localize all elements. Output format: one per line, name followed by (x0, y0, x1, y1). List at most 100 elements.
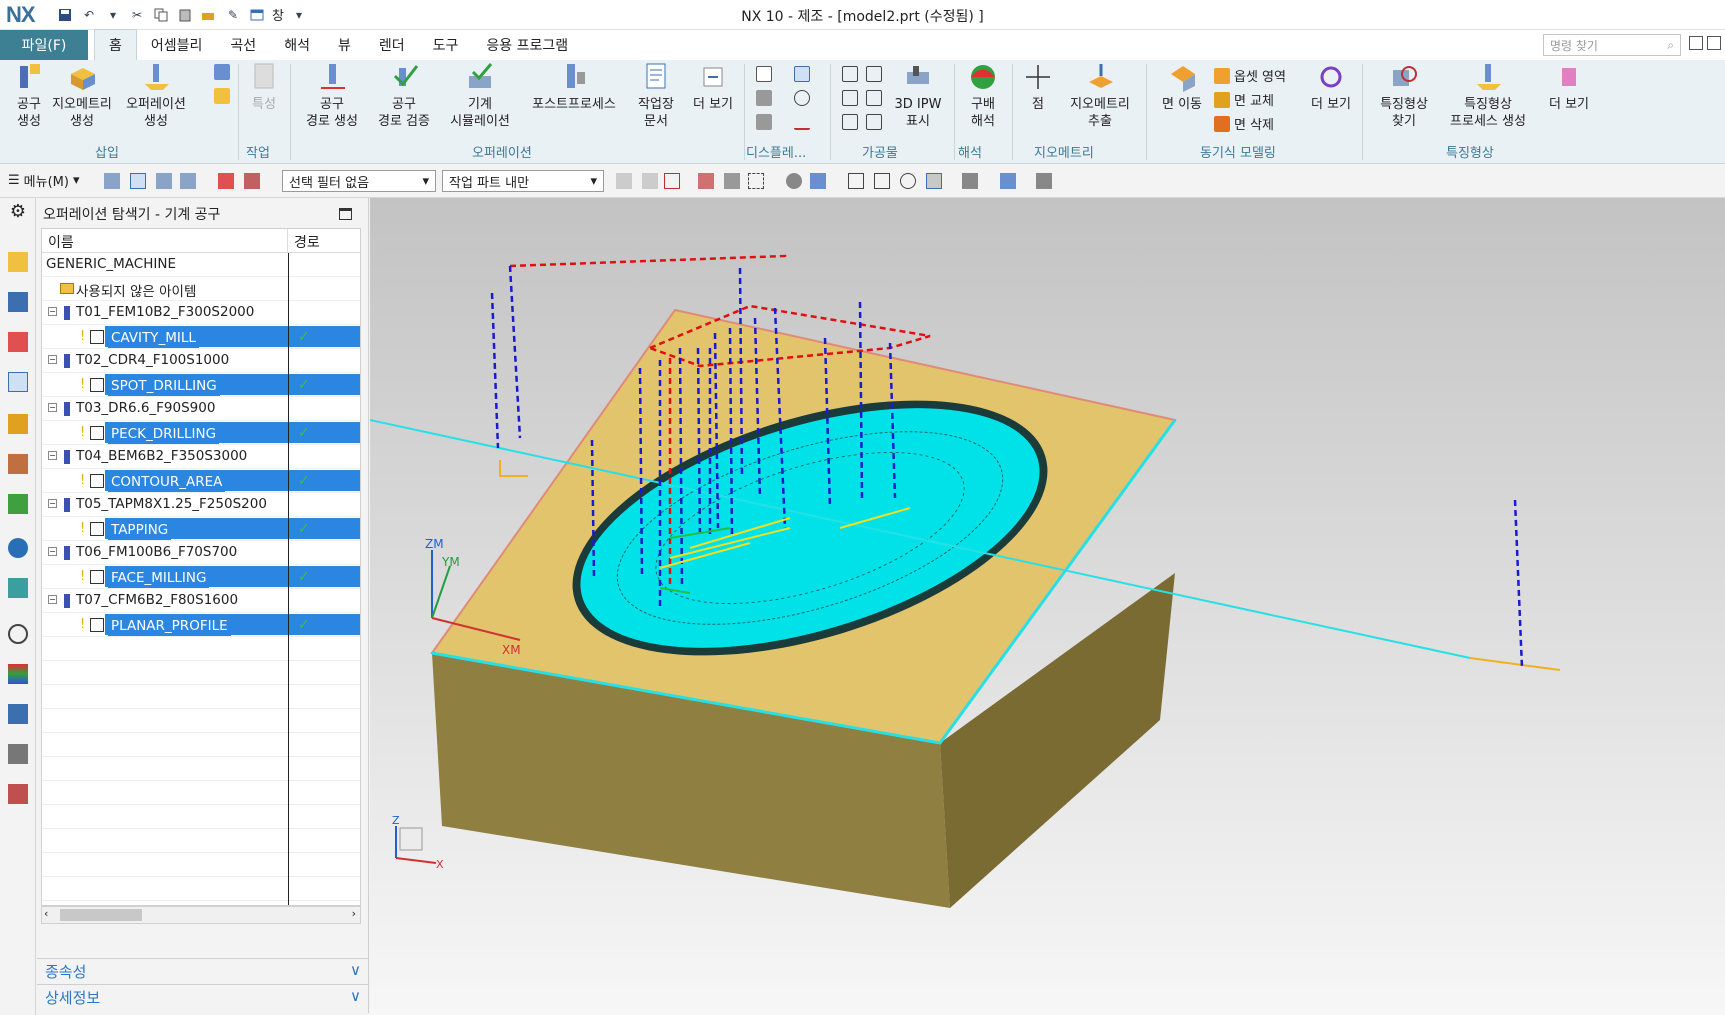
tab-file[interactable]: 파일(F) (0, 30, 88, 60)
close-window-icon[interactable] (1707, 36, 1721, 50)
dependencies-panel-header[interactable]: 종속성 ∨ (37, 958, 369, 982)
tab-application[interactable]: 응용 프로그램 (472, 30, 582, 60)
select-tool-icon-3[interactable] (664, 173, 680, 189)
role-icon[interactable] (8, 744, 28, 764)
repeat-command-icon[interactable] (200, 6, 218, 24)
maximize-icon[interactable] (339, 208, 352, 220)
verify-toolpath-button[interactable]: 공구 경로 검증 (372, 62, 436, 130)
tool-row[interactable]: − T02_CDR4_F100S1000 (42, 349, 360, 373)
rotate-view-icon[interactable] (900, 173, 916, 189)
create-tool-button[interactable]: 공구 생성 (8, 62, 50, 130)
filter-icon-1[interactable] (218, 173, 234, 189)
workpiece-icon-6[interactable] (866, 114, 882, 130)
generate-toolpath-button[interactable]: 공구 경로 생성 (300, 62, 364, 130)
select-tool-icon-6[interactable] (748, 173, 764, 189)
operation-row[interactable]: ! TAPPING ✓ (42, 517, 360, 541)
operation-row[interactable]: ! CONTOUR_AREA ✓ (42, 469, 360, 493)
create-geometry-button[interactable]: 지오메트리 생성 (50, 62, 114, 130)
view-orientation-icon[interactable] (1000, 173, 1016, 189)
tab-tools[interactable]: 도구 (419, 30, 473, 60)
more-feature-button[interactable]: 더 보기 (1544, 62, 1594, 113)
operation-row[interactable]: ! SPOT_DRILLING ✓ (42, 373, 360, 397)
collapse-icon[interactable]: − (48, 307, 57, 316)
operation-row[interactable]: ! PLANAR_PROFILE ✓ (42, 613, 360, 637)
more-sync-button[interactable]: 더 보기 (1306, 62, 1356, 113)
display-icon-2[interactable] (794, 66, 810, 82)
display-icon-5[interactable] (756, 114, 772, 130)
operation-navigator-icon[interactable] (8, 372, 28, 392)
copy-icon[interactable] (152, 6, 170, 24)
snap-icon-2[interactable] (130, 173, 146, 189)
shop-documentation-button[interactable]: 작업장 문서 (628, 62, 684, 130)
restore-window-icon[interactable] (1689, 36, 1703, 50)
part-navigator-icon[interactable] (8, 414, 28, 434)
save-icon[interactable] (56, 6, 74, 24)
view-icon-1[interactable] (848, 173, 864, 189)
more-operation-button[interactable]: 더 보기 (688, 62, 738, 113)
show-hide-icon[interactable] (1036, 173, 1052, 189)
info-icon[interactable] (8, 538, 28, 558)
select-tool-icon-1[interactable] (616, 173, 632, 189)
view-icon-2[interactable] (874, 173, 890, 189)
postprocess-button[interactable]: 포스트프로세스 (524, 62, 624, 113)
select-tool-icon-5[interactable] (724, 173, 740, 189)
insert-extra-icon-1[interactable] (214, 64, 230, 80)
tab-curve[interactable]: 곡선 (216, 30, 270, 60)
display-icon-3[interactable] (756, 90, 772, 106)
touch-mode-icon[interactable]: ✎ (224, 6, 242, 24)
window-icon[interactable] (248, 6, 266, 24)
gouge-analysis-button[interactable]: 구배 해석 (960, 62, 1006, 130)
selection-scope-dropdown[interactable]: 작업 파트 내만 ▾ (442, 170, 604, 192)
extract-geometry-button[interactable]: 지오메트리 추출 (1060, 62, 1140, 130)
feature-process-button[interactable]: 특징형상 프로세스 생성 (1440, 62, 1536, 130)
tab-render[interactable]: 렌더 (365, 30, 419, 60)
workpiece-icon-4[interactable] (866, 90, 882, 106)
move-face-button[interactable]: 면 이동 (1154, 62, 1210, 113)
column-name[interactable]: 이름 (42, 229, 288, 252)
tool-row[interactable]: − T01_FEM10B2_F300S2000 (42, 301, 360, 325)
scroll-left-icon[interactable]: ‹ (44, 907, 48, 920)
display-icon-6[interactable] (794, 114, 810, 130)
operation-row[interactable]: ! FACE_MILLING ✓ (42, 565, 360, 589)
web-browser-icon[interactable] (8, 578, 28, 598)
machine-tool-view-icon[interactable] (8, 252, 28, 272)
system-scene-icon[interactable] (8, 784, 28, 804)
selection-filter-dropdown[interactable]: 선택 필터 없음 ▾ (282, 170, 436, 192)
collapse-icon[interactable]: − (48, 499, 57, 508)
select-tool-icon-8[interactable] (810, 173, 826, 189)
history-icon[interactable] (8, 494, 28, 514)
column-path[interactable]: 경로 (288, 229, 326, 252)
delete-face-button[interactable]: 면 삭제 (1214, 114, 1274, 133)
tool-row[interactable]: − T05_TAPM8X1.25_F250S200 (42, 493, 360, 517)
qat-more-icon[interactable]: ▾ (290, 6, 308, 24)
workpiece-icon-1[interactable] (842, 66, 858, 82)
tab-assembly[interactable]: 어셈블리 (137, 30, 217, 60)
snap-icon-3[interactable] (156, 173, 172, 189)
tool-row[interactable]: − T07_CFM6B2_F80S1600 (42, 589, 360, 613)
tab-analysis[interactable]: 해석 (270, 30, 324, 60)
insert-extra-icon-2[interactable] (214, 88, 230, 104)
machine-simulation-button[interactable]: 기계 시뮬레이션 (444, 62, 516, 130)
assembly-navigator-icon[interactable] (8, 292, 28, 312)
undo-icon[interactable]: ↶ (80, 6, 98, 24)
properties-button[interactable]: 특성 (244, 62, 284, 113)
tab-home[interactable]: 홈 (94, 29, 137, 60)
horizontal-scrollbar[interactable]: ‹ › (41, 906, 361, 924)
tool-row[interactable]: − T06_FM100B6_F70S700 (42, 541, 360, 565)
scroll-right-icon[interactable]: › (352, 907, 356, 920)
select-tool-icon-7[interactable] (786, 173, 802, 189)
scrollbar-thumb[interactable] (60, 909, 142, 921)
select-tool-icon-4[interactable] (698, 173, 714, 189)
workpiece-icon-3[interactable] (842, 90, 858, 106)
collapse-icon[interactable]: − (48, 595, 57, 604)
find-feature-button[interactable]: 특징형상 찾기 (1370, 62, 1438, 130)
offset-region-button[interactable]: 옵셋 영역 (1214, 66, 1286, 85)
menu-button[interactable]: ☰ 메뉴(M) ▾ (8, 171, 79, 190)
view-icon-3[interactable] (926, 173, 942, 189)
collapse-icon[interactable]: − (48, 403, 57, 412)
display-icon-4[interactable] (794, 90, 810, 106)
command-search-input[interactable]: 명령 찾기 ⌕ (1543, 34, 1681, 56)
filter-icon-2[interactable] (244, 173, 260, 189)
window-menu[interactable]: 창 (272, 5, 284, 24)
workpiece-icon-2[interactable] (866, 66, 882, 82)
